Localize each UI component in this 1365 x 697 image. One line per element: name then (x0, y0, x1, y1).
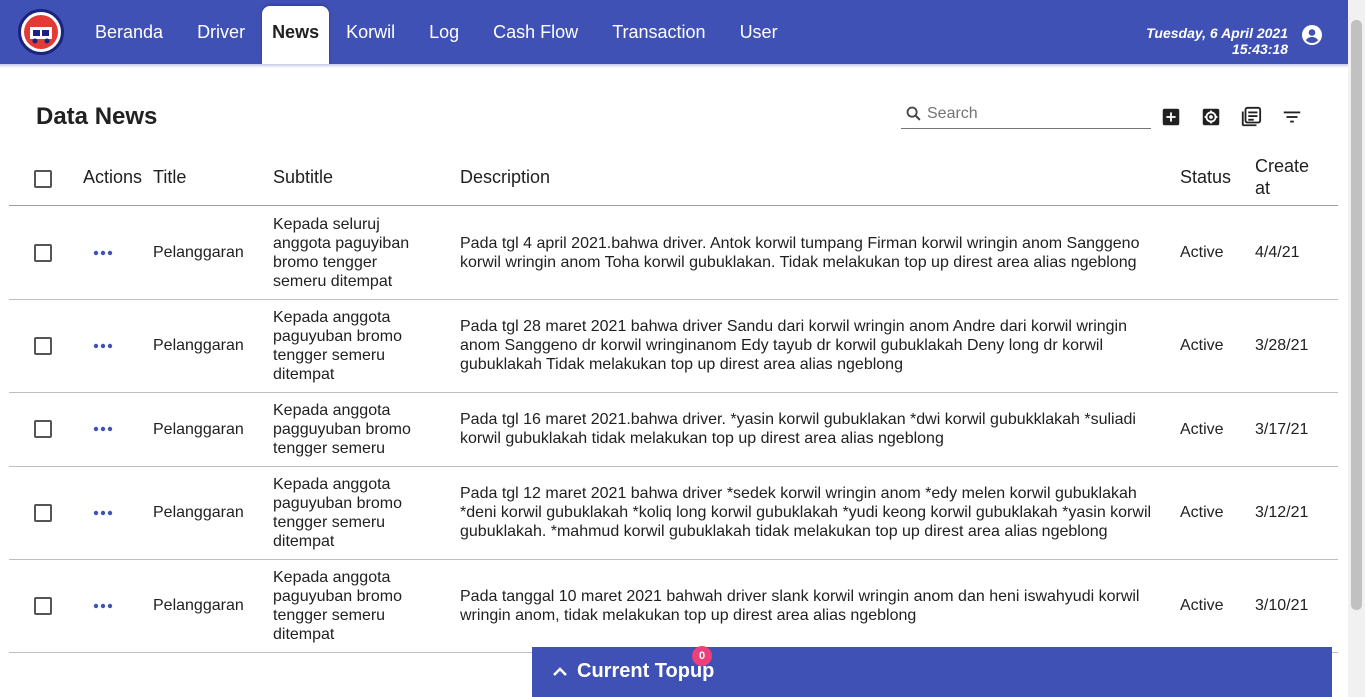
row-status: Active (1180, 420, 1224, 438)
row-subtitle: Kepada seluruj anggota paguyiban bromo t… (273, 206, 423, 299)
row-description-text: Pada tanggal 10 maret 2021 bahwah driver… (460, 587, 1140, 624)
filter-list-icon[interactable] (1281, 106, 1303, 128)
table-header: Actions Title Subtitle Description Statu… (9, 145, 1338, 206)
search-icon (906, 106, 921, 121)
nav-tab-transaction[interactable]: Transaction (595, 0, 722, 64)
topup-count-badge: 0 (692, 646, 712, 666)
row-subtitle-text: Kepada anggota paguyuban bromo tengger s… (273, 568, 402, 643)
row-status: Active (1180, 597, 1224, 614)
row-description-text: Pada tgl 4 april 2021.bahwa driver. Anto… (460, 234, 1140, 271)
row-checkbox[interactable] (34, 336, 52, 355)
row-status: Active (1180, 337, 1224, 354)
row-create-at: 3/17/21 (1255, 420, 1309, 438)
header-create-at[interactable]: Create at (1255, 155, 1325, 199)
row-description: Pada tgl 4 april 2021.bahwa driver. Anto… (460, 206, 1155, 299)
table-row[interactable]: Pelanggaran Kepada anggota paguyuban bro… (9, 466, 1338, 560)
search-box (901, 99, 1151, 129)
settings-icon[interactable] (1200, 106, 1222, 128)
nav-tab-korwil[interactable]: Korwil (329, 0, 412, 64)
logo-emblem-icon (24, 15, 58, 49)
row-create-at: 3/10/21 (1255, 597, 1309, 614)
row-create-at: 4/4/21 (1255, 244, 1300, 261)
app-logo[interactable] (18, 9, 64, 55)
row-checkbox[interactable] (34, 243, 52, 262)
row-description-text: Pada tgl 28 maret 2021 bahwa driver Sand… (460, 318, 1128, 373)
row-checkbox[interactable] (34, 503, 52, 522)
app-bar-shadow (0, 64, 1348, 68)
more-actions-icon[interactable] (93, 426, 113, 432)
nav-tab-cash-flow[interactable]: Cash Flow (476, 0, 595, 64)
row-status: Active (1180, 244, 1224, 261)
row-status: Active (1180, 504, 1224, 521)
top-app-bar: Beranda Driver News Korwil Log Cash Flow Trans… (0, 0, 1348, 64)
row-subtitle-text: Kepada anggota paguyuban bromo tengger s… (273, 475, 402, 550)
nav-tab-news[interactable]: News (262, 6, 330, 64)
row-title: Pelanggaran (153, 337, 244, 354)
main-navigation: Beranda Driver News Korwil Log Cash Flow Trans… (78, 0, 795, 64)
chevron-up-icon (553, 667, 567, 676)
table-row[interactable]: Pelanggaran Kepada anggota paguyuban bro… (9, 559, 1338, 653)
library-books-icon[interactable] (1240, 106, 1262, 128)
nav-tab-driver[interactable]: Driver (180, 0, 262, 64)
account-circle-icon[interactable] (1300, 23, 1324, 47)
row-description: Pada tanggal 10 maret 2021 bahwah driver… (460, 559, 1155, 652)
select-all-checkbox[interactable] (34, 170, 52, 188)
row-subtitle-text: Kepada seluruj anggota paguyiban bromo t… (273, 215, 410, 290)
row-description: Pada tgl 28 maret 2021 bahwa driver Sand… (460, 299, 1155, 392)
current-topup-bar[interactable]: Current Topup 0 (532, 646, 1332, 697)
header-status[interactable]: Status (1180, 167, 1231, 188)
row-title: Pelanggaran (153, 420, 244, 438)
date-time-display: Tuesday, 6 April 2021 15:43:18 (1146, 25, 1288, 57)
nav-tab-beranda[interactable]: Beranda (78, 0, 180, 64)
row-create-at: 3/28/21 (1255, 337, 1309, 354)
current-time: 15:43:18 (1231, 41, 1288, 57)
row-subtitle-text: Kepada anggota paguyuban bromo tengger s… (273, 308, 402, 383)
header-description[interactable]: Description (460, 167, 550, 188)
more-actions-icon[interactable] (93, 510, 113, 516)
search-input[interactable] (925, 102, 1149, 126)
nav-tab-user[interactable]: User (723, 0, 795, 64)
scrollbar-thumb[interactable] (1351, 20, 1362, 610)
row-checkbox[interactable] (34, 420, 52, 438)
header-title[interactable]: Title (153, 167, 186, 188)
table-row[interactable]: Pelanggaran Kepada seluruj anggota paguy… (9, 206, 1338, 300)
table-row[interactable]: Pelanggaran Kepada anggota pagguyuban br… (9, 392, 1338, 467)
row-subtitle: Kepada anggota paguyuban bromo tengger s… (273, 466, 423, 559)
row-description: Pada tgl 12 maret 2021 bahwa driver *sed… (460, 466, 1155, 559)
more-actions-icon[interactable] (93, 603, 113, 609)
row-checkbox[interactable] (34, 596, 52, 615)
header-subtitle[interactable]: Subtitle (273, 167, 333, 188)
row-create-at: 3/12/21 (1255, 504, 1309, 521)
row-subtitle-text: Kepada anggota pagguyuban bromo tengger … (273, 401, 411, 457)
current-topup-label: Current Topup (577, 660, 715, 682)
row-title: Pelanggaran (153, 244, 244, 261)
more-actions-icon[interactable] (93, 250, 113, 256)
row-description-text: Pada tgl 16 maret 2021.bahwa driver. *ya… (460, 411, 1136, 447)
add-box-icon[interactable] (1160, 106, 1182, 128)
current-date: Tuesday, 6 April 2021 (1146, 25, 1288, 41)
row-title: Pelanggaran (153, 597, 244, 614)
row-subtitle: Kepada anggota pagguyuban bromo tengger … (273, 392, 423, 466)
more-actions-icon[interactable] (93, 343, 113, 349)
page-title: Data News (36, 103, 158, 130)
header-actions: Actions (83, 167, 143, 187)
row-description: Pada tgl 16 maret 2021.bahwa driver. *ya… (460, 392, 1155, 466)
row-description-text: Pada tgl 12 maret 2021 bahwa driver *sed… (460, 485, 1152, 540)
table-row[interactable]: Pelanggaran Kepada anggota paguyuban bro… (9, 299, 1338, 393)
row-title: Pelanggaran (153, 504, 244, 521)
row-subtitle: Kepada anggota paguyuban bromo tengger s… (273, 559, 423, 652)
nav-tab-log[interactable]: Log (412, 0, 476, 64)
row-subtitle: Kepada anggota paguyuban bromo tengger s… (273, 299, 423, 392)
page-scrollbar[interactable] (1348, 0, 1365, 697)
